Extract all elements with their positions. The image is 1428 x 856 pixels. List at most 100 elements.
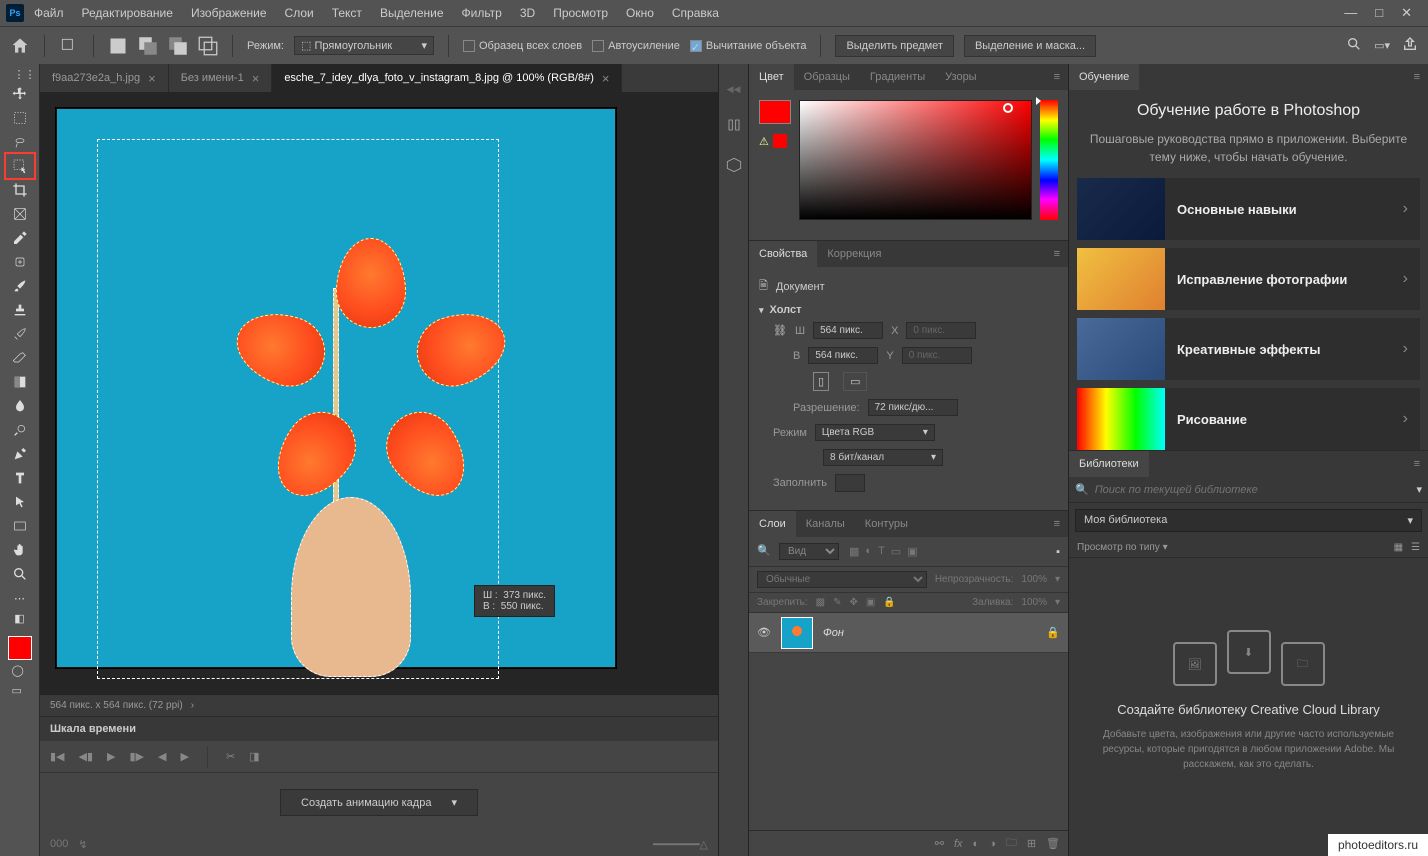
- document-tab[interactable]: f9aa273e2a_h.jpg×: [40, 64, 169, 92]
- blur-tool[interactable]: [6, 394, 34, 418]
- menu-help[interactable]: Справка: [664, 2, 727, 24]
- canvas[interactable]: Ш : 373 пикс. В : 550 пикс.: [56, 108, 616, 668]
- adjustment-icon[interactable]: ◑: [989, 838, 996, 850]
- delete-icon[interactable]: 🗑: [1046, 837, 1060, 850]
- learn-item-photo-fix[interactable]: Исправление фотографии›: [1077, 248, 1420, 310]
- crop-tool[interactable]: [6, 178, 34, 202]
- window-minimize[interactable]: —: [1344, 5, 1357, 21]
- learn-item-drawing[interactable]: Рисование›: [1077, 388, 1420, 450]
- layer-thumbnail[interactable]: [781, 617, 813, 649]
- tab-layers[interactable]: Слои: [749, 511, 796, 537]
- prev-frame-icon[interactable]: ◀▮: [79, 750, 94, 763]
- lock-position-icon[interactable]: ✥: [850, 597, 858, 608]
- hue-slider[interactable]: [1040, 100, 1058, 220]
- panel-menu-icon[interactable]: ≡: [1046, 64, 1068, 90]
- panel-menu-icon[interactable]: ≡: [1406, 64, 1428, 90]
- height-input[interactable]: [808, 347, 878, 364]
- opacity-value[interactable]: 100%: [1021, 574, 1047, 585]
- group-icon[interactable]: 🗀: [1006, 834, 1017, 853]
- menu-3d[interactable]: 3D: [512, 2, 543, 24]
- scissors-icon[interactable]: ✂: [226, 750, 235, 763]
- object-subtract-checkbox[interactable]: ✓Вычитание объекта: [690, 40, 807, 52]
- filter-type-icon[interactable]: T: [878, 545, 885, 558]
- auto-enhance-checkbox[interactable]: Автоусиление: [592, 40, 680, 52]
- convert-icon[interactable]: ↯: [78, 838, 87, 851]
- pen-tool[interactable]: [6, 442, 34, 466]
- window-maximize[interactable]: □: [1375, 5, 1383, 21]
- resolution-input[interactable]: [868, 399, 958, 416]
- chevron-right-icon[interactable]: ›: [191, 700, 194, 711]
- share-icon[interactable]: [1402, 36, 1418, 55]
- chevron-down-icon[interactable]: ▾: [1416, 483, 1422, 496]
- link-layers-icon[interactable]: ⚯: [935, 837, 944, 850]
- lock-brush-icon[interactable]: ✎: [833, 597, 841, 608]
- tool-preset-icon[interactable]: [59, 36, 79, 56]
- quick-mask-icon[interactable]: ◯: [12, 664, 28, 680]
- goto-prev-icon[interactable]: ◀: [158, 750, 166, 763]
- gamut-warning-icon[interactable]: ⚠: [759, 135, 769, 148]
- filter-type-select[interactable]: Вид: [779, 543, 839, 560]
- document-info[interactable]: 564 пикс. x 564 пикс. (72 ppi): [50, 700, 183, 711]
- select-subject-button[interactable]: Выделить предмет: [835, 35, 954, 57]
- transition-icon[interactable]: ◨: [249, 750, 259, 763]
- type-tool[interactable]: [6, 466, 34, 490]
- lock-artboard-icon[interactable]: ▣: [866, 597, 875, 608]
- search-icon[interactable]: [1346, 36, 1362, 55]
- history-brush-tool[interactable]: [6, 322, 34, 346]
- tab-patterns[interactable]: Узоры: [935, 64, 986, 90]
- list-view-icon[interactable]: ☰: [1411, 542, 1420, 553]
- object-selection-tool[interactable]: [6, 154, 34, 178]
- lock-all-icon[interactable]: 🔒: [883, 597, 895, 608]
- new-selection-icon[interactable]: [108, 36, 128, 56]
- intersect-selection-icon[interactable]: [198, 36, 218, 56]
- tab-color[interactable]: Цвет: [749, 64, 794, 90]
- panel-menu-icon[interactable]: ≡: [1406, 451, 1428, 477]
- library-search-input[interactable]: [1095, 484, 1411, 496]
- new-layer-icon[interactable]: ⊞: [1027, 837, 1036, 850]
- mode-select[interactable]: ⬚ Прямоугольник▾: [294, 36, 434, 55]
- tab-learn[interactable]: Обучение: [1069, 64, 1139, 90]
- workspace-switcher-icon[interactable]: ▭▾: [1374, 39, 1390, 52]
- chevron-down-icon[interactable]: ▾: [451, 796, 457, 809]
- x-input[interactable]: [906, 322, 976, 339]
- search-icon[interactable]: 🔍: [1075, 483, 1089, 496]
- home-icon[interactable]: [10, 36, 30, 56]
- tab-properties[interactable]: Свойства: [749, 241, 817, 267]
- layer-row[interactable]: 👁 Фон 🔒: [749, 613, 1068, 653]
- layer-name[interactable]: Фон: [823, 627, 1036, 639]
- link-icon[interactable]: ⛓: [773, 324, 787, 337]
- create-animation-button[interactable]: Создать анимацию кадра▾: [280, 789, 478, 816]
- menu-window[interactable]: Окно: [618, 2, 662, 24]
- hand-tool[interactable]: [6, 538, 34, 562]
- default-colors-icon[interactable]: ◧: [6, 610, 34, 626]
- filter-adjustment-icon[interactable]: ◐: [865, 545, 872, 558]
- landscape-icon[interactable]: ▭: [843, 372, 867, 391]
- menu-edit[interactable]: Редактирование: [74, 2, 181, 24]
- filter-toggle[interactable]: ▪: [1056, 546, 1060, 558]
- select-and-mask-button[interactable]: Выделение и маска...: [964, 35, 1096, 57]
- foreground-color[interactable]: [8, 636, 32, 660]
- web-safe-swatch[interactable]: [773, 134, 787, 148]
- dodge-tool[interactable]: [6, 418, 34, 442]
- color-field[interactable]: [799, 100, 1032, 220]
- panel-menu-icon[interactable]: ≡: [1046, 511, 1068, 537]
- tab-swatches[interactable]: Образцы: [794, 64, 860, 90]
- menu-select[interactable]: Выделение: [372, 2, 452, 24]
- gradient-tool[interactable]: [6, 370, 34, 394]
- document-tab[interactable]: Без имени-1×: [169, 64, 273, 92]
- fx-icon[interactable]: fx: [954, 838, 963, 850]
- screen-mode-icon[interactable]: ▭: [12, 684, 28, 700]
- foreground-swatch[interactable]: [759, 100, 791, 124]
- portrait-icon[interactable]: ▯: [813, 372, 829, 391]
- learn-item-basics[interactable]: Основные навыки›: [1077, 178, 1420, 240]
- tab-paths[interactable]: Контуры: [855, 511, 918, 537]
- brushes-panel-icon[interactable]: [724, 115, 744, 135]
- frame-tool[interactable]: [6, 202, 34, 226]
- subtract-selection-icon[interactable]: [168, 36, 188, 56]
- path-selection-tool[interactable]: [6, 490, 34, 514]
- close-icon[interactable]: ×: [148, 71, 156, 86]
- toolbar-handle[interactable]: ⋮⋮: [14, 68, 26, 76]
- blend-mode-select[interactable]: Обычные: [757, 571, 927, 588]
- menu-view[interactable]: Просмотр: [545, 2, 616, 24]
- tab-libraries[interactable]: Библиотеки: [1069, 451, 1149, 477]
